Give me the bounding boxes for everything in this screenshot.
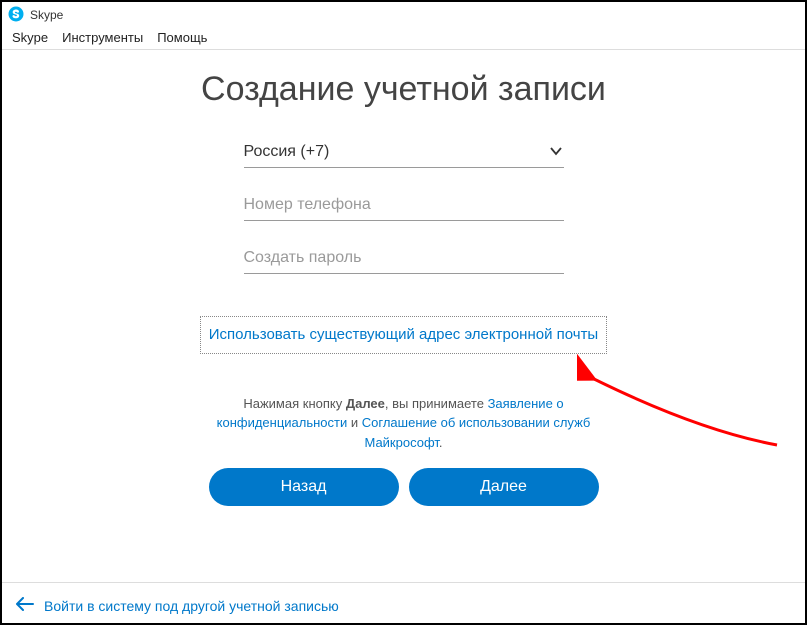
button-row: Назад Далее (2, 468, 805, 506)
use-email-link[interactable]: Использовать существующий адрес электрон… (200, 316, 607, 354)
menu-tools[interactable]: Инструменты (62, 30, 143, 45)
terms-link[interactable]: Соглашение об использовании служб Майкро… (362, 415, 591, 450)
menu-skype[interactable]: Skype (12, 30, 48, 45)
country-value: Россия (+7) (244, 137, 564, 167)
country-select[interactable]: Россия (+7) (244, 137, 564, 168)
other-account-link[interactable]: Войти в систему под другой учетной запис… (16, 597, 339, 614)
arrow-left-icon (16, 597, 34, 614)
next-button[interactable]: Далее (409, 468, 599, 506)
content-area: Создание учетной записи Россия (+7) Испо… (2, 50, 805, 506)
window-title: Skype (30, 8, 63, 22)
password-field[interactable] (244, 243, 564, 274)
phone-input[interactable] (244, 190, 564, 220)
menu-help[interactable]: Помощь (157, 30, 207, 45)
page-title: Создание учетной записи (2, 68, 805, 111)
chevron-down-icon (548, 143, 564, 164)
legal-text: Нажимая кнопку Далее, вы принимаете Заяв… (194, 394, 614, 453)
back-button[interactable]: Назад (209, 468, 399, 506)
other-account-label: Войти в систему под другой учетной запис… (44, 598, 339, 614)
menubar: Skype Инструменты Помощь (2, 28, 805, 50)
signup-form: Россия (+7) (244, 137, 564, 274)
phone-field[interactable] (244, 190, 564, 221)
password-input[interactable] (244, 243, 564, 273)
skype-icon (8, 6, 30, 25)
divider (2, 582, 805, 583)
use-email-link-label: Использовать существующий адрес электрон… (209, 326, 598, 343)
titlebar: Skype (2, 2, 805, 28)
